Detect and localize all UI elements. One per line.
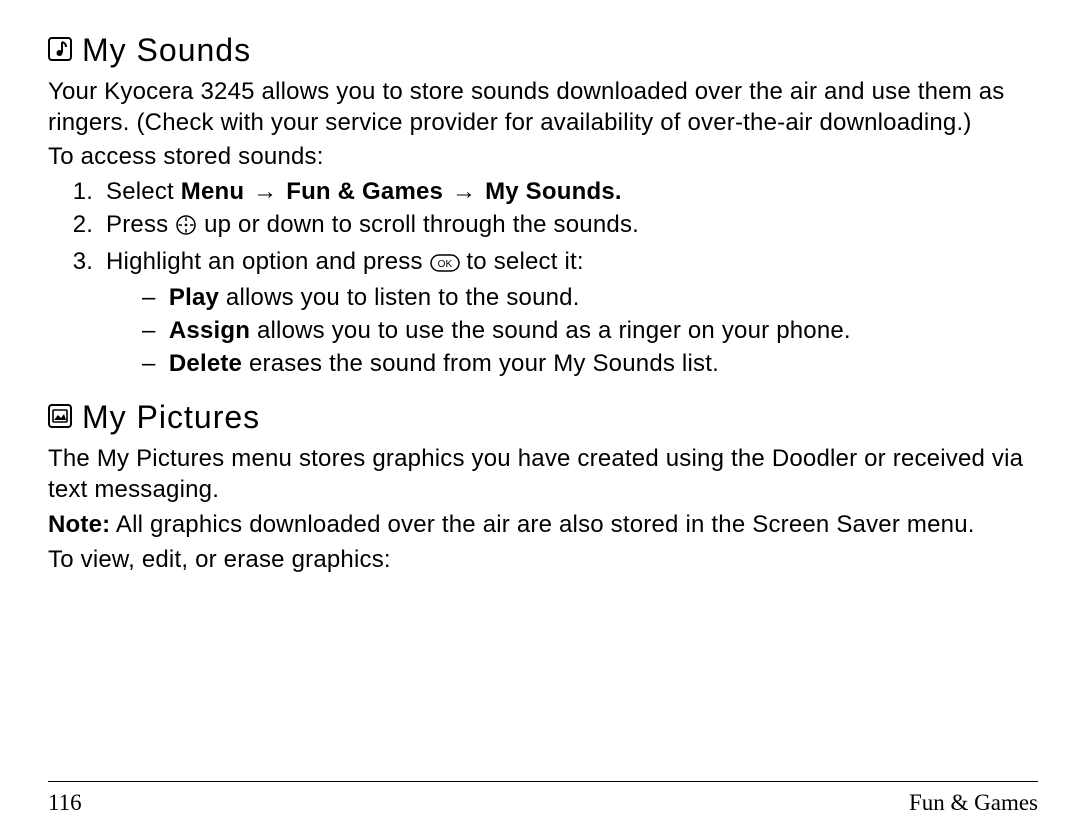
music-note-icon <box>48 30 72 71</box>
pictures-lead: To view, edit, or erase graphics: <box>48 545 1038 576</box>
step-3: Highlight an option and press OK to sele… <box>100 247 1038 380</box>
ok-key-icon: OK <box>430 251 460 282</box>
heading-text: My Pictures <box>82 397 260 438</box>
pictures-intro: The My Pictures menu stores graphics you… <box>48 444 1038 505</box>
step-2: Press up or down to scroll through the s… <box>100 210 1038 245</box>
option-delete: – Delete erases the sound from your My S… <box>142 349 1038 380</box>
footer-rule <box>48 781 1038 782</box>
option-play: – Play allows you to listen to the sound… <box>142 283 1038 314</box>
nav-key-icon <box>175 214 197 245</box>
footer-section: Fun & Games <box>909 790 1038 816</box>
page-number: 116 <box>48 790 82 816</box>
heading-text: My Sounds <box>82 30 251 71</box>
option-assign: – Assign allows you to use the sound as … <box>142 316 1038 347</box>
page-footer: 116 Fun & Games <box>48 790 1038 816</box>
sounds-lead: To access stored sounds: <box>48 142 1038 173</box>
sounds-steps: Select Menu → Fun & Games → My Sounds. P… <box>48 177 1038 379</box>
manual-page: My Sounds Your Kyocera 3245 allows you t… <box>0 0 1080 599</box>
pictures-note: Note: All graphics downloaded over the a… <box>48 510 1038 541</box>
sounds-intro: Your Kyocera 3245 allows you to store so… <box>48 77 1038 138</box>
picture-icon <box>48 397 72 438</box>
step-3-options: – Play allows you to listen to the sound… <box>106 283 1038 379</box>
heading-my-pictures: My Pictures <box>48 397 1038 438</box>
svg-text:OK: OK <box>437 259 452 270</box>
step-1: Select Menu → Fun & Games → My Sounds. <box>100 177 1038 208</box>
heading-my-sounds: My Sounds <box>48 30 1038 71</box>
